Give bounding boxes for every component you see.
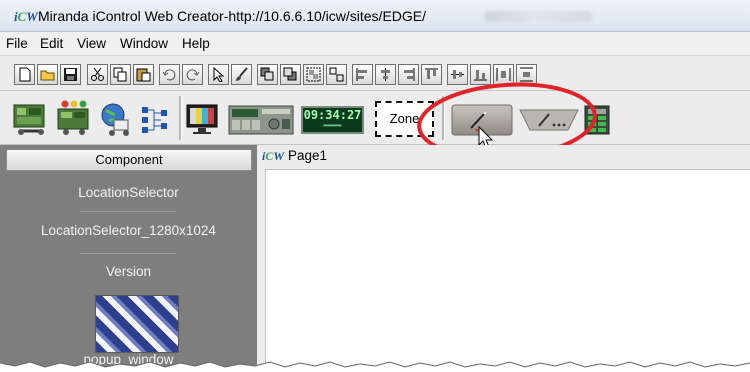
- edit-toolbar: [0, 56, 750, 91]
- align-left-icon[interactable]: [352, 64, 373, 85]
- device-link-icon[interactable]: [13, 103, 49, 137]
- divider: [80, 211, 176, 212]
- open-folder-icon[interactable]: [37, 64, 58, 85]
- redacted-text: [484, 11, 592, 22]
- page-canvas[interactable]: [265, 169, 750, 370]
- divider: [80, 253, 176, 254]
- monitor-icon[interactable]: [186, 104, 220, 136]
- align-right-icon[interactable]: [398, 64, 419, 85]
- new-file-icon[interactable]: [14, 64, 35, 85]
- window-title: Miranda iControl Web Creator-http://10.6…: [38, 8, 427, 24]
- copy-icon[interactable]: [110, 64, 131, 85]
- ungroup-icon[interactable]: [326, 64, 347, 85]
- align-center-icon[interactable]: [375, 64, 396, 85]
- group-icon[interactable]: [303, 64, 324, 85]
- title-bar: iCW Miranda iControl Web Creator-http://…: [0, 0, 750, 32]
- cut-icon[interactable]: [87, 64, 108, 85]
- component-item-location-selector[interactable]: LocationSelector: [0, 185, 257, 200]
- menu-file[interactable]: File: [6, 36, 28, 51]
- menu-edit[interactable]: Edit: [40, 36, 63, 51]
- zone-label: Zone: [389, 111, 420, 126]
- menu-help[interactable]: Help: [182, 36, 210, 51]
- component-item-location-selector-1280[interactable]: LocationSelector_1280x1024: [0, 223, 257, 238]
- send-back-icon[interactable]: [280, 64, 301, 85]
- menu-view[interactable]: View: [77, 36, 106, 51]
- alarm-device-icon[interactable]: [56, 99, 92, 137]
- distribute-vertical-icon[interactable]: [516, 64, 537, 85]
- save-icon[interactable]: [60, 64, 81, 85]
- icw-logo-icon: iCW: [14, 9, 38, 24]
- toolbar-separator: [179, 96, 182, 140]
- align-middle-icon[interactable]: [447, 64, 468, 85]
- popup-window-thumbnail[interactable]: [95, 295, 179, 353]
- grid-panel-icon[interactable]: [584, 105, 610, 135]
- brush-icon[interactable]: [231, 64, 252, 85]
- redo-icon[interactable]: [182, 64, 203, 85]
- torn-edge-decoration: [0, 361, 750, 372]
- bring-front-icon[interactable]: [257, 64, 278, 85]
- menu-window[interactable]: Window: [120, 36, 168, 51]
- select-arrow-icon[interactable]: [208, 64, 229, 85]
- router-panel-icon[interactable]: [228, 105, 294, 135]
- undo-icon[interactable]: [159, 64, 180, 85]
- tab-page1[interactable]: iCW Page1: [262, 148, 327, 166]
- page-logo-icon: iCW: [262, 149, 285, 163]
- toolbar-separator: [442, 96, 445, 140]
- clock-time: 09:34:27: [303, 108, 362, 122]
- menu-bar: File Edit View Window Help: [0, 32, 750, 56]
- tab-widget-icon[interactable]: [519, 108, 579, 132]
- clock-widget-icon[interactable]: 09:34:27 ▬▬▬▬▬: [301, 106, 364, 134]
- globe-link-icon[interactable]: [100, 102, 134, 138]
- align-bottom-icon[interactable]: [470, 64, 491, 85]
- component-item-version[interactable]: Version: [0, 264, 257, 279]
- paste-icon[interactable]: [133, 64, 154, 85]
- align-top-icon[interactable]: [421, 64, 442, 85]
- tree-grid-icon[interactable]: [141, 106, 171, 134]
- distribute-horizontal-icon[interactable]: [493, 64, 514, 85]
- page-tab-label: Page1: [288, 148, 328, 163]
- zone-widget-icon[interactable]: Zone: [375, 101, 434, 137]
- component-header[interactable]: Component: [6, 149, 252, 171]
